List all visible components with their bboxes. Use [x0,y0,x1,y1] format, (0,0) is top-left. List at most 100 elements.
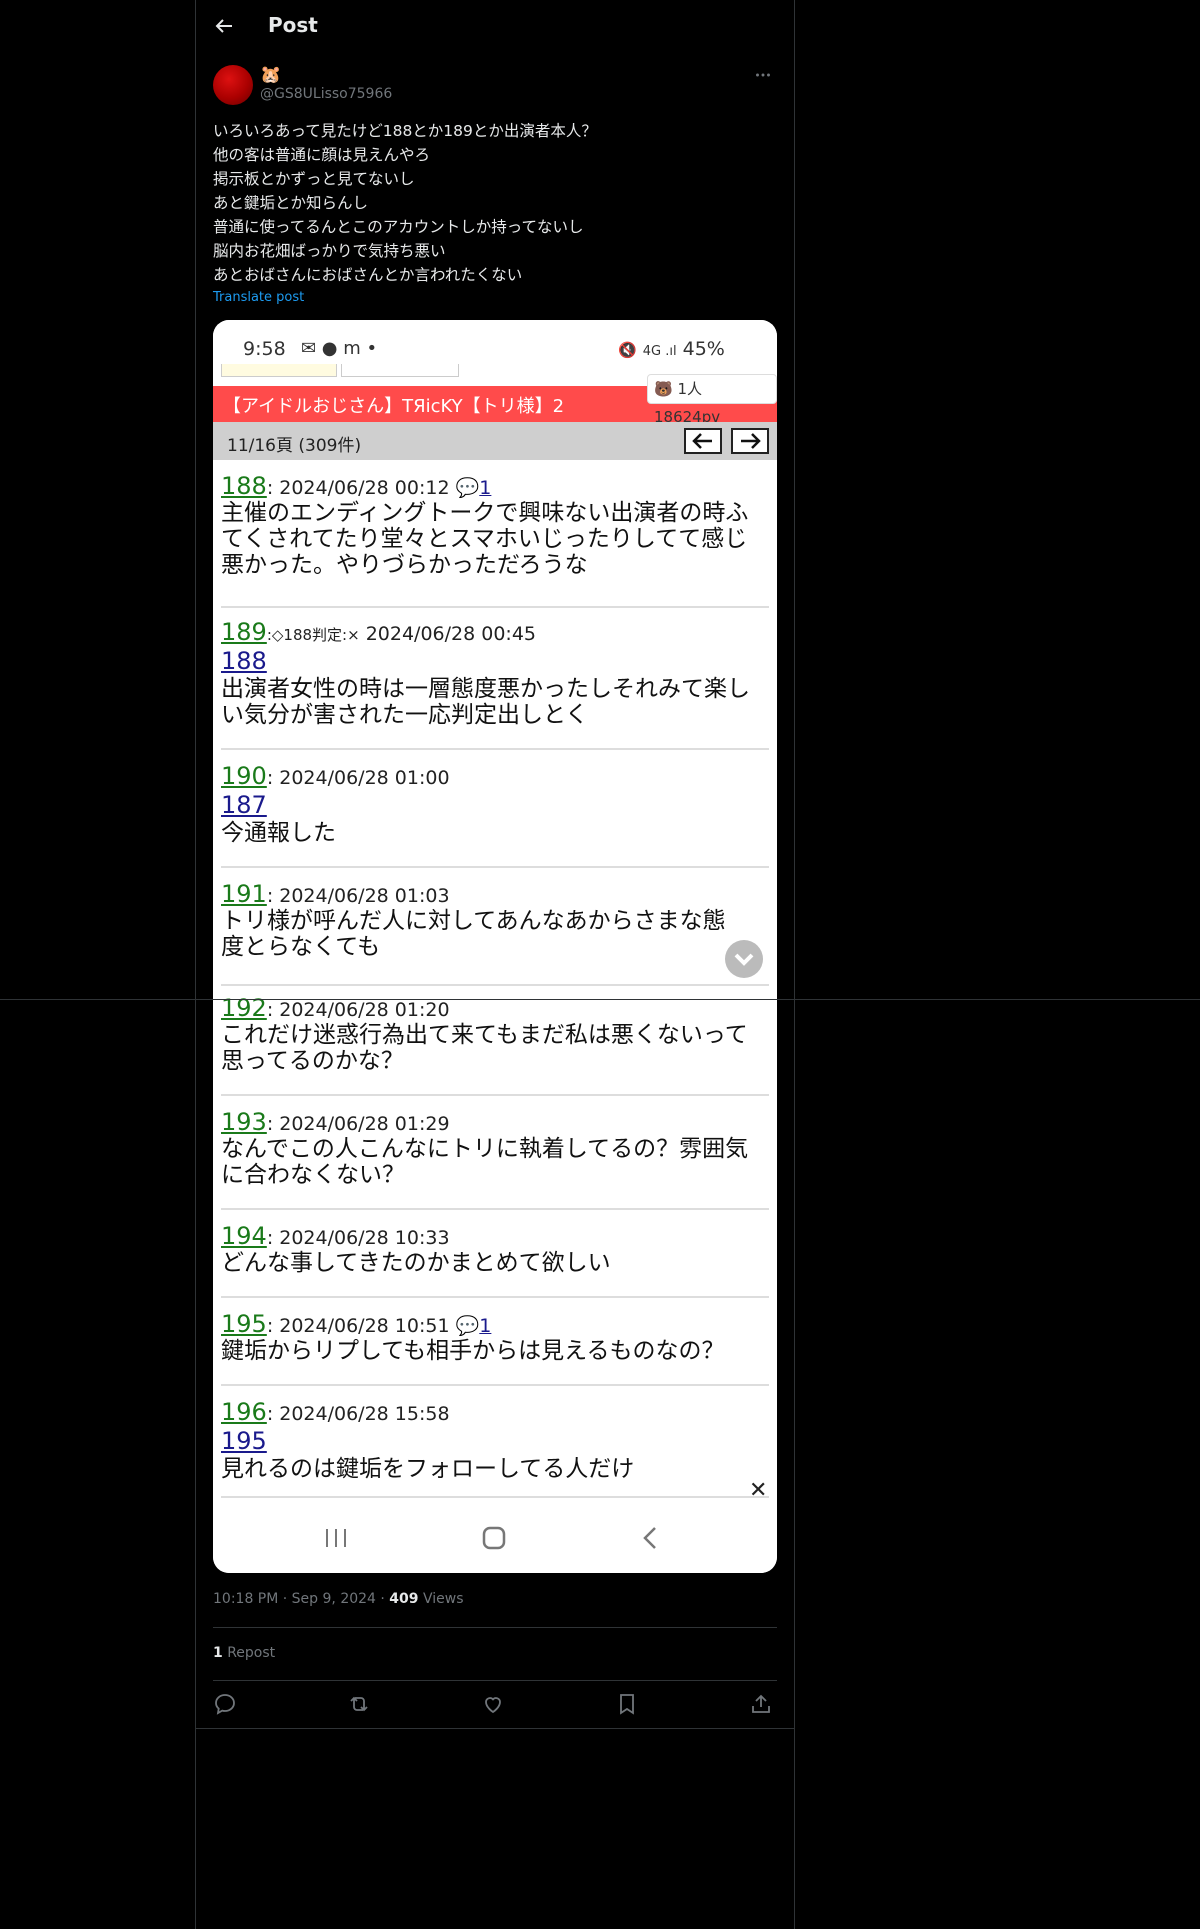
attached-screenshot[interactable]: 9:58 ✉ ● m • 🔇 4G .ıl 45% 【アイドルおじさん】TЯic… [213,320,777,1573]
post-text: いろいろあって見たけど188とか189とか出演者本人？ 他の客は普通に顔は見えん… [213,119,773,287]
response-item: 194: 2024/06/28 10:33 どんな事してきたのかまとめて欲しい [221,1222,769,1298]
repost-count: 1 [213,1645,223,1661]
scroll-down-button[interactable] [725,940,763,978]
response-date: : 2024/06/28 01:00 [266,767,450,789]
chevron-down-icon [734,953,754,966]
post-line: あとおばさんにおばさんとか言われたくない [213,266,523,284]
author-name[interactable]: 🐹 [260,65,281,85]
divider [213,1627,777,1628]
translate-link[interactable]: Translate post [213,290,304,305]
like-icon[interactable] [481,1692,505,1716]
status-time: 9:58 [243,338,286,360]
reply-count[interactable]: 1 [479,477,491,499]
response-body: どんな事してきたのかまとめて欲しい [221,1250,611,1276]
response-body: 今通報した [221,820,336,846]
post-line: 普通に使ってるんとこのアカウントしか持ってないし [213,218,584,236]
response-item: 188: 2024/06/28 00:12 💬1 主催のエンディングトークで興味… [221,472,769,608]
response-number[interactable]: 195 [221,1310,267,1338]
response-anchor[interactable]: 195 [221,1426,769,1456]
post-meta: 10:18 PM · Sep 9, 2024 · 409 Views [213,1591,464,1607]
avatar[interactable] [213,65,253,105]
reply-icon: 💬 [455,477,480,499]
share-icon[interactable] [749,1692,773,1716]
post-line: 他の客は普通に顔は見えんやろ [213,146,431,164]
response-number[interactable]: 196 [221,1398,267,1426]
response-date: 2024/06/28 00:45 [359,623,536,645]
response-date: : 2024/06/28 01:03 [266,885,450,907]
tab-stub [341,364,459,377]
post-timestamp[interactable]: 10:18 PM · Sep 9, 2024 · [213,1591,389,1607]
response-date: : 2024/06/28 01:20 [266,999,450,1021]
response-item: 190: 2024/06/28 01:00 187 今通報した [221,762,769,868]
response-number[interactable]: 194 [221,1222,267,1250]
response-body: 鍵垢からリプしても相手からは見えるものなの？ [221,1338,725,1364]
counter-icon: 🐻 [654,380,673,398]
response-item: 193: 2024/06/28 01:29 なんでこの人こんなにトリに執着してる… [221,1108,769,1210]
battery-text: 45% [682,338,725,360]
response-body: 見れるのは鍵垢をフォローしてる人だけ [221,1456,635,1482]
response-body: これだけ迷惑行為出て来てもまだ私は悪くないって思ってるのかな？ [221,1022,748,1074]
phone-status-bar: 9:58 ✉ ● m • 🔇 4G .ıl 45% [213,320,777,380]
home-icon[interactable] [481,1526,507,1550]
android-nav-bar [213,1503,777,1573]
tab-stub [221,364,337,377]
response-number[interactable]: 188 [221,472,267,500]
response-body: なんでこの人こんなにトリに執着してるの？雰囲気に合わなくない？ [221,1136,749,1188]
response-date: : 2024/06/28 15:58 [266,1403,450,1425]
views-count: 409 [389,1591,419,1607]
bookmark-icon[interactable] [615,1692,639,1716]
reply-icon: 💬 [455,1315,480,1337]
next-page-button[interactable] [731,428,769,454]
repost-stats[interactable]: 1 Repost [213,1645,275,1661]
viewer-counter: 🐻 1人 18624pv [647,374,777,426]
prev-page-button[interactable] [684,428,722,454]
mute-icon: 🔇 [618,341,637,359]
response-date: : 2024/06/28 01:29 [266,1113,450,1135]
response-body: 主催のエンディングトークで興味ない出演者の時ふてくされてたり堂々とスマホいじった… [221,500,749,578]
retweet-icon[interactable] [347,1692,371,1716]
response-item: 195: 2024/06/28 10:51 💬1 鍵垢からリプしても相手からは見… [221,1310,769,1386]
response-item: 191: 2024/06/28 01:03 トリ様が呼んだ人に対してあんなあから… [221,880,769,986]
nav-back-icon[interactable] [641,1526,659,1550]
recent-apps-icon[interactable] [323,1527,349,1549]
response-item: 192: 2024/06/28 01:20 これだけ迷惑行為出て来てもまだ私は悪… [221,994,769,1096]
thread-title: 【アイドルおじさん】TЯicKY【トリ様】2 [223,396,565,417]
back-arrow-icon[interactable] [212,14,236,38]
response-date: : 2024/06/28 10:33 [266,1227,450,1249]
post-line: 掲示板とかずっと見てないし [213,170,415,188]
signal-icon: 4G .ıl [642,344,677,359]
post-line: あと鍵垢とか知らんし [213,194,369,212]
reply-count[interactable]: 1 [479,1315,491,1337]
notification-icons: ✉ ● m • [301,338,378,359]
action-bar [213,1692,777,1716]
response-body: 出演者女性の時は一層態度悪かったしそれみて楽しい気分が害された一応判定出しとく [221,676,750,728]
response-item: 196: 2024/06/28 15:58 195 見れるのは鍵垢をフォローして… [221,1398,769,1498]
author-handle[interactable]: @GS8ULisso75966 [260,86,392,102]
close-icon[interactable]: ✕ [749,1478,767,1503]
divider [196,1728,794,1729]
response-date: : 2024/06/28 00:12 [266,477,450,499]
response-number[interactable]: 190 [221,762,267,790]
arrow-left-icon [692,433,712,449]
page-title: Post [268,13,318,37]
response-number[interactable]: 191 [221,880,267,908]
post-column: Post 🐹 @GS8ULisso75966 いろいろあって見たけど188とか1… [195,0,795,1929]
arrow-right-icon [741,433,761,449]
reply-icon[interactable] [213,1692,237,1716]
response-anchor[interactable]: 187 [221,790,769,820]
judge-label: :◇188判定:× [266,626,360,644]
page-info: 11/16頁 (309件) [227,436,362,456]
post-line: 脳内お花畑ばっかりで気持ち悪い [213,242,446,260]
more-icon[interactable] [752,64,774,86]
response-number[interactable]: 193 [221,1108,267,1136]
response-date: : 2024/06/28 10:51 [266,1315,450,1337]
repost-label: Repost [222,1645,276,1661]
post-line: いろいろあって見たけど188とか189とか出演者本人？ [213,122,597,140]
response-item: 189:◇188判定:× 2024/06/28 00:45 188 出演者女性の… [221,618,769,750]
response-anchor[interactable]: 188 [221,646,769,676]
status-battery: 🔇 4G .ıl 45% [618,338,725,360]
image-seam [0,999,1200,1000]
divider [213,1680,777,1681]
top-bar: Post [196,0,794,53]
response-number[interactable]: 189 [221,618,267,646]
